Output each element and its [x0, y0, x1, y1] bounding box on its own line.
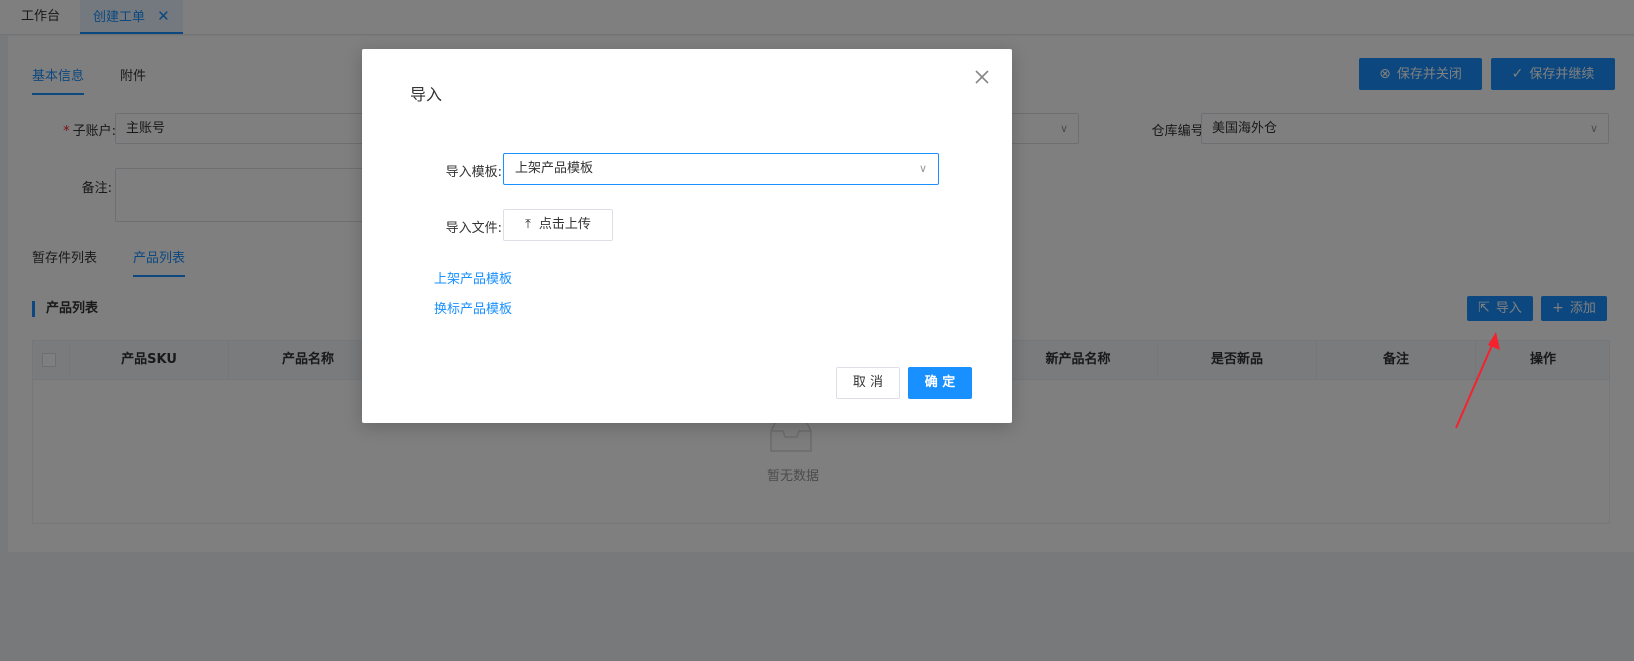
template-link-relabel[interactable]: 换标产品模板 — [434, 298, 512, 317]
upload-label: 点击上传 — [538, 217, 591, 232]
import-dialog: 导入 导入模板: 上架产品模板 ∨ 导入文件: ⤒ 点击上传 上架产品模板 换标产… — [362, 49, 1012, 423]
template-select[interactable]: 上架产品模板 ∨ — [503, 153, 939, 185]
template-value: 上架产品模板 — [515, 161, 594, 176]
upload-icon: ⤒ — [525, 217, 531, 232]
confirm-button[interactable]: 确 定 — [908, 367, 972, 399]
dialog-title: 导入 — [410, 85, 443, 104]
template-link-listing[interactable]: 上架产品模板 — [434, 268, 512, 287]
cancel-button[interactable]: 取 消 — [836, 367, 900, 399]
chevron-down-icon: ∨ — [918, 162, 927, 175]
upload-button[interactable]: ⤒ 点击上传 — [503, 209, 613, 241]
file-label: 导入文件: — [445, 221, 502, 236]
close-icon[interactable] — [974, 69, 990, 85]
template-label: 导入模板: — [445, 165, 502, 180]
annotation-arrow-icon — [1455, 332, 1500, 429]
